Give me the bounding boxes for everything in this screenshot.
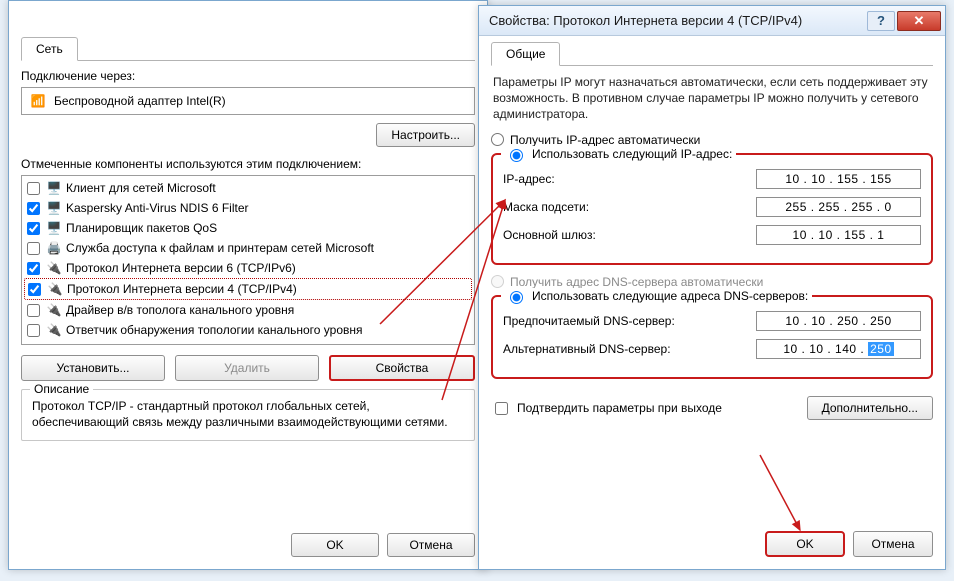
client-icon: 🖥️ bbox=[46, 180, 62, 196]
network-properties-window: Сеть Подключение через: 📶 Беспроводной а… bbox=[8, 0, 488, 570]
dns-manual-radio[interactable] bbox=[510, 291, 523, 304]
list-item[interactable]: 🖥️ Планировщик пакетов QoS bbox=[24, 218, 472, 238]
components-list[interactable]: 🖥️ Клиент для сетей Microsoft 🖥️ Kaspersky… bbox=[21, 175, 475, 345]
filter-icon: 🖥️ bbox=[46, 200, 62, 216]
ip-address-input[interactable]: 10 . 10 . 155 . 155 bbox=[756, 169, 921, 189]
protocol-icon: 🔌 bbox=[46, 260, 62, 276]
item-label: Драйвер в/в тополога канального уровня bbox=[66, 303, 294, 317]
responder-icon: 🔌 bbox=[46, 322, 62, 338]
alternate-dns-label: Альтернативный DNS-сервер: bbox=[503, 342, 671, 356]
adapter-box[interactable]: 📶 Беспроводной адаптер Intel(R) bbox=[21, 87, 475, 115]
connect-via-label: Подключение через: bbox=[21, 69, 475, 83]
item-checkbox[interactable] bbox=[27, 222, 40, 235]
subnet-mask-input[interactable]: 255 . 255 . 255 . 0 bbox=[756, 197, 921, 217]
help-button[interactable]: ? bbox=[867, 11, 895, 31]
list-item-ipv4[interactable]: 🔌 Протокол Интернета версии 4 (TCP/IPv4) bbox=[24, 278, 472, 300]
confirm-on-exit-label: Подтвердить параметры при выходе bbox=[517, 401, 722, 415]
confirm-on-exit-checkbox[interactable] bbox=[495, 402, 508, 415]
preferred-dns-input[interactable]: 10 . 10 . 250 . 250 bbox=[756, 311, 921, 331]
ip-manual-group: Использовать следующий IP-адрес: IP-адре… bbox=[491, 153, 933, 265]
advanced-button[interactable]: Дополнительно... bbox=[807, 396, 933, 420]
gateway-label: Основной шлюз: bbox=[503, 228, 596, 242]
item-checkbox[interactable] bbox=[28, 283, 41, 296]
description-text: Протокол TCP/IP - стандартный протокол г… bbox=[32, 398, 464, 430]
dialog-buttons: OK Отмена bbox=[479, 523, 945, 565]
item-checkbox[interactable] bbox=[27, 324, 40, 337]
ip-manual-label: Использовать следующий IP-адрес: bbox=[532, 147, 732, 161]
intro-text: Параметры IP могут назначаться автоматич… bbox=[493, 74, 931, 123]
item-checkbox[interactable] bbox=[27, 304, 40, 317]
install-button[interactable]: Установить... bbox=[21, 355, 165, 381]
cancel-button[interactable]: Отмена bbox=[387, 533, 475, 557]
ip-address-label: IP-адрес: bbox=[503, 172, 555, 186]
tab-strip: Сеть bbox=[21, 37, 475, 61]
qos-icon: 🖥️ bbox=[46, 220, 62, 236]
dns-auto-radio bbox=[491, 275, 504, 288]
ipv4-properties-window: Свойства: Протокол Интернета версии 4 (T… bbox=[478, 5, 946, 570]
ip-auto-radio[interactable] bbox=[491, 133, 504, 146]
dns-manual-label: Использовать следующие адреса DNS-сервер… bbox=[532, 289, 808, 303]
item-checkbox[interactable] bbox=[27, 202, 40, 215]
item-checkbox[interactable] bbox=[27, 242, 40, 255]
list-item[interactable]: 🔌 Протокол Интернета версии 6 (TCP/IPv6) bbox=[24, 258, 472, 278]
alternate-dns-input[interactable]: 10 . 10 . 140 . 250 bbox=[756, 339, 921, 359]
description-title: Описание bbox=[30, 382, 93, 396]
description-box: Описание Протокол TCP/IP - стандартный п… bbox=[21, 389, 475, 441]
dns-manual-group: Использовать следующие адреса DNS-сервер… bbox=[491, 295, 933, 379]
dns-auto-label: Получить адрес DNS-сервера автоматически bbox=[510, 275, 763, 289]
gateway-input[interactable]: 10 . 10 . 155 . 1 bbox=[756, 225, 921, 245]
list-item[interactable]: 🖥️ Клиент для сетей Microsoft bbox=[24, 178, 472, 198]
tab-network[interactable]: Сеть bbox=[21, 37, 78, 61]
cancel-button[interactable]: Отмена bbox=[853, 531, 933, 557]
titlebar[interactable]: Свойства: Протокол Интернета версии 4 (T… bbox=[479, 6, 945, 36]
item-checkbox[interactable] bbox=[27, 182, 40, 195]
list-item[interactable]: 🔌 Ответчик обнаружения топологии канально… bbox=[24, 320, 472, 340]
driver-icon: 🔌 bbox=[46, 302, 62, 318]
dns-auto-radio-row: Получить адрес DNS-сервера автоматически bbox=[491, 275, 933, 289]
item-label: Протокол Интернета версии 4 (TCP/IPv4) bbox=[67, 282, 297, 296]
protocol-icon: 🔌 bbox=[47, 281, 63, 297]
tab-general[interactable]: Общие bbox=[491, 42, 560, 66]
ip-auto-radio-row[interactable]: Получить IP-адрес автоматически bbox=[491, 133, 933, 147]
item-label: Ответчик обнаружения топологии канальног… bbox=[66, 323, 363, 337]
remove-button: Удалить bbox=[175, 355, 319, 381]
close-button[interactable]: ✕ bbox=[897, 11, 941, 31]
confirm-on-exit-row[interactable]: Подтвердить параметры при выходе bbox=[491, 399, 722, 418]
ok-button[interactable]: OK bbox=[765, 531, 845, 557]
properties-button[interactable]: Свойства bbox=[329, 355, 475, 381]
dialog-buttons: OK Отмена bbox=[9, 525, 487, 565]
list-item[interactable]: 🖥️ Kaspersky Anti-Virus NDIS 6 Filter bbox=[24, 198, 472, 218]
item-label: Служба доступа к файлам и принтерам сете… bbox=[66, 241, 374, 255]
configure-button[interactable]: Настроить... bbox=[376, 123, 475, 147]
item-checkbox[interactable] bbox=[27, 262, 40, 275]
adapter-name: Беспроводной адаптер Intel(R) bbox=[54, 94, 226, 108]
components-label: Отмеченные компоненты используются этим … bbox=[21, 157, 475, 171]
share-icon: 🖨️ bbox=[46, 240, 62, 256]
dns-selection: 250 bbox=[868, 342, 894, 356]
subnet-mask-label: Маска подсети: bbox=[503, 200, 589, 214]
tab-strip: Общие bbox=[491, 42, 933, 66]
item-label: Клиент для сетей Microsoft bbox=[66, 181, 216, 195]
list-item[interactable]: 🔌 Драйвер в/в тополога канального уровня bbox=[24, 300, 472, 320]
ok-button[interactable]: OK bbox=[291, 533, 379, 557]
ip-auto-label: Получить IP-адрес автоматически bbox=[510, 133, 700, 147]
list-item[interactable]: 🖨️ Служба доступа к файлам и принтерам се… bbox=[24, 238, 472, 258]
ip-manual-radio[interactable] bbox=[510, 149, 523, 162]
adapter-icon: 📶 bbox=[30, 93, 46, 109]
item-label: Планировщик пакетов QoS bbox=[66, 221, 217, 235]
window-title: Свойства: Протокол Интернета версии 4 (T… bbox=[489, 13, 802, 28]
item-label: Kaspersky Anti-Virus NDIS 6 Filter bbox=[66, 201, 249, 215]
preferred-dns-label: Предпочитаемый DNS-сервер: bbox=[503, 314, 675, 328]
item-label: Протокол Интернета версии 6 (TCP/IPv6) bbox=[66, 261, 296, 275]
